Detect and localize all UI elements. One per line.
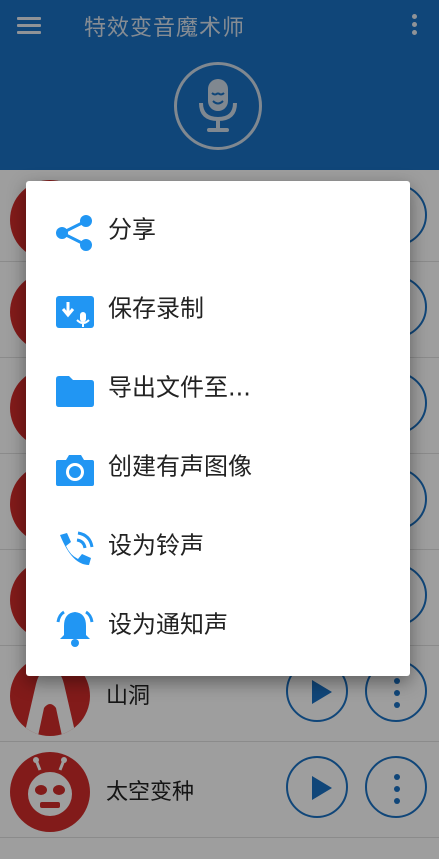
- menu-item-label: 导出文件至...: [108, 373, 251, 402]
- options-dialog: 分享 保存录制 导出文件至... 创建有声图像 设为铃声 设为通知声: [26, 181, 410, 676]
- menu-item-share[interactable]: 分享: [26, 193, 410, 271]
- menu-item-label: 设为通知声: [108, 610, 228, 639]
- menu-item-label: 保存录制: [108, 294, 204, 323]
- menu-item-label: 分享: [108, 215, 156, 244]
- folder-icon: [56, 376, 94, 407]
- share-icon: [56, 215, 92, 251]
- menu-item-set-notification[interactable]: 设为通知声: [26, 588, 410, 666]
- menu-item-set-ringtone[interactable]: 设为铃声: [26, 509, 410, 587]
- menu-item-label: 创建有声图像: [108, 452, 252, 481]
- menu-item-export[interactable]: 导出文件至...: [26, 351, 410, 429]
- bell-icon: [56, 610, 94, 647]
- phone-ringtone-icon: [60, 531, 94, 565]
- menu-item-save-recording[interactable]: 保存录制: [26, 272, 410, 350]
- menu-item-label: 设为铃声: [108, 531, 204, 560]
- menu-item-create-image[interactable]: 创建有声图像: [26, 430, 410, 508]
- camera-icon: [56, 455, 94, 486]
- save-recording-icon: [56, 296, 94, 328]
